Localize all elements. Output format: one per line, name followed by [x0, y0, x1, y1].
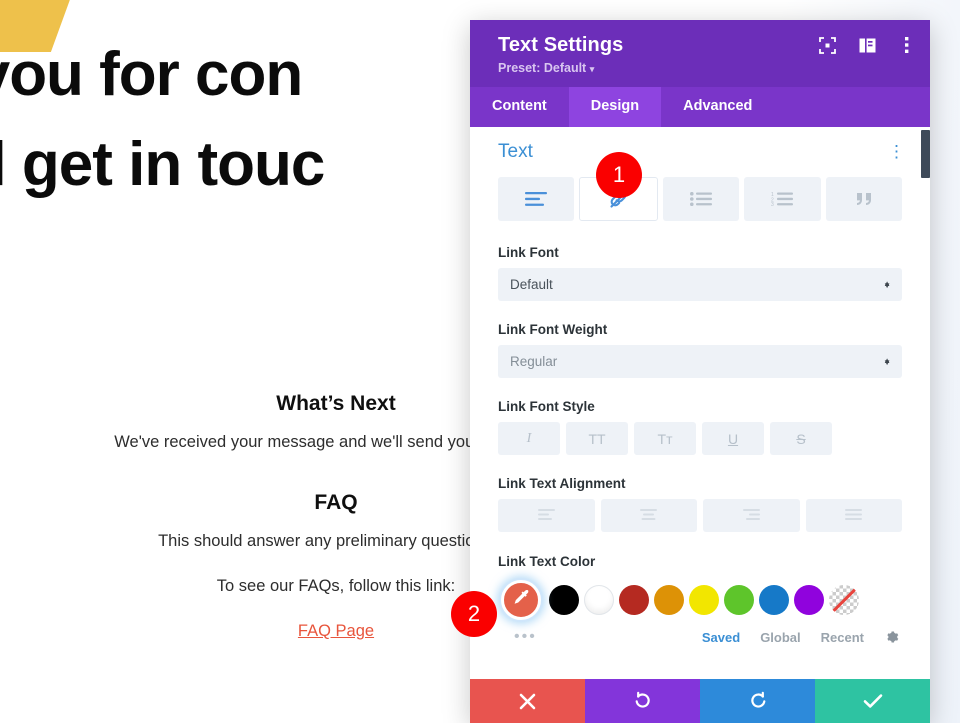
palette-tab-global[interactable]: Global — [760, 630, 800, 645]
align-center-icon — [640, 507, 658, 525]
eyedropper-button[interactable] — [501, 580, 541, 620]
swatch-yellow[interactable] — [689, 585, 719, 615]
chevron-down-icon: ▾ — [589, 64, 595, 74]
swatch-purple[interactable] — [794, 585, 824, 615]
align-left-button[interactable] — [498, 499, 595, 532]
swatch-dark-red[interactable] — [619, 585, 649, 615]
align-right-icon — [742, 507, 760, 525]
tab-content[interactable]: Content — [470, 87, 569, 127]
link-font-value: Default — [510, 277, 553, 292]
redo-icon — [748, 691, 768, 711]
segment-blockquote[interactable] — [825, 177, 903, 221]
segment-unordered-list[interactable] — [662, 177, 740, 221]
undo-button[interactable] — [585, 679, 700, 723]
link-font-label: Link Font — [498, 245, 559, 260]
link-text-alignment-label: Link Text Alignment — [498, 476, 626, 491]
unordered-list-icon — [690, 192, 713, 206]
save-button[interactable] — [815, 679, 930, 723]
more-vertical-icon[interactable] — [898, 36, 916, 54]
segment-ordered-list[interactable]: 1 2 3 — [744, 177, 821, 221]
swatch-black[interactable] — [549, 585, 579, 615]
ordered-list-icon: 1 2 3 — [771, 192, 794, 206]
modal-header: Text Settings Preset: Default ▾ — [470, 20, 930, 87]
segment-text-align[interactable] — [498, 177, 575, 221]
swatch-white[interactable] — [584, 585, 614, 615]
preset-selector[interactable]: Preset: Default ▾ — [498, 61, 912, 75]
eyedropper-icon — [512, 588, 531, 612]
text-settings-modal: Text Settings Preset: Default ▾ Content … — [470, 20, 930, 723]
link-text-alignment-buttons — [498, 499, 902, 532]
link-font-select[interactable]: Default ▲ ▼ — [498, 268, 902, 301]
underline-button[interactable]: U — [702, 422, 764, 455]
palette-tabs: Saved Global Recent — [498, 629, 902, 645]
close-icon — [519, 693, 536, 710]
check-icon — [863, 693, 883, 709]
swatch-transparent[interactable] — [829, 585, 859, 615]
uppercase-button[interactable]: TT — [566, 422, 628, 455]
link-font-style-label: Link Font Style — [498, 399, 595, 414]
chevron-updown-icon: ▲ ▼ — [883, 278, 891, 290]
italic-button[interactable]: I — [498, 422, 560, 455]
section-more-icon[interactable]: ⋮ — [888, 143, 905, 160]
text-type-segment-row: 1 2 3 — [498, 177, 903, 221]
section-title-text: Text — [498, 141, 533, 162]
focus-icon[interactable] — [818, 36, 836, 54]
align-center-button[interactable] — [600, 499, 697, 532]
settings-scroll-content: Text ⋮ 1 2 3 Link Font Default ▲ ▼ Link … — [470, 141, 930, 645]
align-right-button[interactable] — [703, 499, 800, 532]
svg-text:3: 3 — [771, 202, 774, 206]
redo-button[interactable] — [700, 679, 815, 723]
faq-page-link[interactable]: FAQ Page — [298, 622, 374, 640]
palette-tab-recent[interactable]: Recent — [821, 630, 864, 645]
strikethrough-button[interactable]: S — [770, 422, 832, 455]
modal-header-icons — [818, 36, 916, 54]
modal-tabbar: Content Design Advanced — [470, 87, 930, 127]
cancel-button[interactable] — [470, 679, 585, 723]
settings-panel-body: Text ⋮ 1 2 3 Link Font Default ▲ ▼ Link … — [470, 127, 930, 679]
blockquote-icon — [854, 191, 874, 207]
text-align-icon — [525, 192, 548, 206]
link-font-style-buttons: I TT Tᴛ U S — [498, 422, 902, 455]
layout-split-icon[interactable] — [858, 36, 876, 54]
link-font-weight-label: Link Font Weight — [498, 322, 608, 337]
screenshot-root: k you for con e'll get in touc What’s Ne… — [0, 0, 960, 723]
text-section-header: Text ⋮ — [498, 141, 905, 163]
callout-badge-1: 1 — [596, 152, 642, 198]
swatch-amber[interactable] — [654, 585, 684, 615]
callout-badge-2: 2 — [451, 591, 497, 637]
align-justify-icon — [845, 507, 863, 525]
small-caps-button[interactable]: Tᴛ — [634, 422, 696, 455]
preset-label: Preset: Default — [498, 61, 587, 75]
align-justify-button[interactable] — [805, 499, 902, 532]
palette-tab-saved[interactable]: Saved — [702, 630, 740, 645]
link-font-weight-value: Regular — [510, 354, 558, 369]
color-swatch-row — [498, 577, 902, 623]
link-font-weight-select[interactable]: Regular ▲ ▼ — [498, 345, 902, 378]
undo-icon — [633, 691, 653, 711]
link-text-color-label: Link Text Color — [498, 554, 596, 569]
tab-advanced[interactable]: Advanced — [661, 87, 774, 127]
swatch-blue[interactable] — [759, 585, 789, 615]
tab-design[interactable]: Design — [568, 87, 662, 127]
swatch-green[interactable] — [724, 585, 754, 615]
modal-action-bar — [470, 679, 930, 723]
gear-icon[interactable] — [884, 629, 900, 645]
align-left-icon — [537, 507, 555, 525]
chevron-updown-icon: ▲ ▼ — [883, 355, 891, 367]
eyedropper-swatch-wrap — [498, 577, 544, 623]
